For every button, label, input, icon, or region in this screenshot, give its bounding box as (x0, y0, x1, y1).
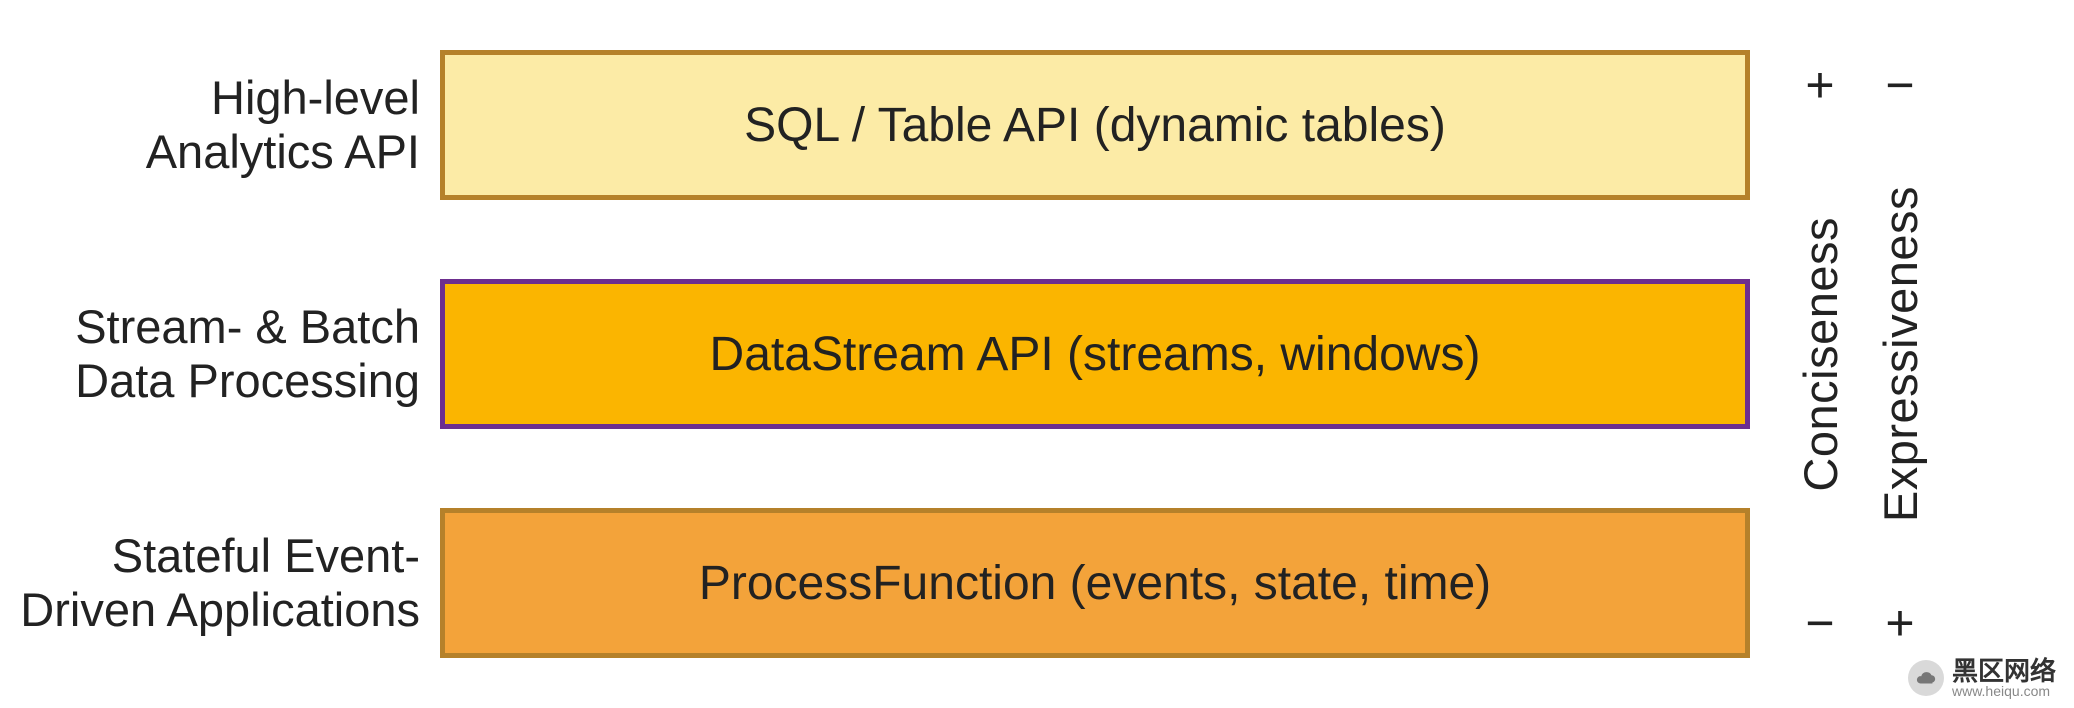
label-line: Stream- & Batch (0, 300, 420, 354)
plus-icon: + (1805, 60, 1834, 110)
api-layers-column: SQL / Table API (dynamic tables) DataStr… (440, 30, 1750, 678)
watermark-main: 黑区网络 (1952, 658, 2056, 684)
axes-column: + Conciseness − − Expressiveness + (1750, 30, 2010, 678)
layer-label: ProcessFunction (events, state, time) (699, 556, 1491, 611)
label-line: Analytics API (0, 125, 420, 179)
watermark-text: 黑区网络 www.heiqu.com (1952, 658, 2056, 698)
axis-conciseness: + Conciseness − (1780, 30, 1860, 678)
watermark: 黑区网络 www.heiqu.com (1908, 658, 2056, 698)
watermark-sub: www.heiqu.com (1952, 684, 2056, 698)
layer-label: SQL / Table API (dynamic tables) (744, 98, 1446, 153)
axis-expressiveness: − Expressiveness + (1860, 30, 1940, 678)
plus-icon: + (1885, 598, 1914, 648)
minus-icon: − (1885, 60, 1914, 110)
label-high-level-analytics: High-level Analytics API (0, 50, 420, 200)
axis-label-expressiveness: Expressiveness (1873, 186, 1928, 522)
label-line: Stateful Event- (0, 529, 420, 583)
layer-label: DataStream API (streams, windows) (710, 327, 1481, 382)
label-line: High-level (0, 71, 420, 125)
layer-processfunction: ProcessFunction (events, state, time) (440, 508, 1750, 658)
minus-icon: − (1805, 598, 1834, 648)
label-line: Data Processing (0, 354, 420, 408)
label-stream-batch: Stream- & Batch Data Processing (0, 279, 420, 429)
layer-sql-table-api: SQL / Table API (dynamic tables) (440, 50, 1750, 200)
cloud-icon (1915, 667, 1937, 689)
row-labels-column: High-level Analytics API Stream- & Batch… (0, 30, 440, 678)
axis-label-conciseness: Conciseness (1793, 217, 1848, 492)
label-stateful-event-driven: Stateful Event- Driven Applications (0, 508, 420, 658)
layer-datastream-api: DataStream API (streams, windows) (440, 279, 1750, 429)
watermark-logo-icon (1908, 660, 1944, 696)
diagram-container: High-level Analytics API Stream- & Batch… (0, 0, 2074, 708)
label-line: Driven Applications (0, 583, 420, 637)
